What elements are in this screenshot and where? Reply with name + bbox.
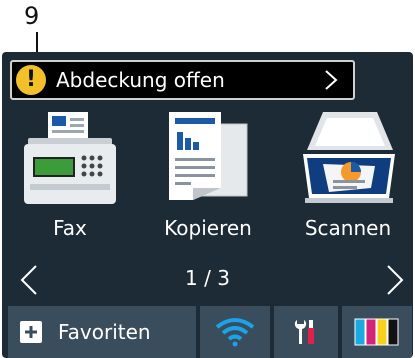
favorites-button[interactable]: Favoriten [8, 306, 196, 358]
app-copy[interactable]: Kopieren [148, 108, 268, 258]
ink-icon [354, 318, 399, 346]
printer-touchscreen: ! Abdeckung offen Fax Kopieren Scannen 1… [2, 52, 413, 358]
wifi-button[interactable] [200, 306, 270, 358]
settings-button[interactable] [274, 306, 338, 358]
callout-number: 9 [24, 2, 40, 30]
tools-icon [294, 320, 314, 344]
wifi-icon [215, 318, 255, 347]
fax-icon [24, 112, 116, 204]
app-fax-label: Fax [53, 216, 87, 240]
page-navigation: 1 / 3 [2, 260, 413, 300]
warning-icon: ! [16, 65, 46, 95]
ink-status-button[interactable] [342, 306, 412, 358]
copy-icon [169, 112, 248, 200]
app-grid: Fax Kopieren Scannen [2, 108, 413, 258]
chevron-right-icon [325, 70, 338, 90]
status-bar-message[interactable]: ! Abdeckung offen [10, 60, 355, 100]
bottom-toolbar: Favoriten [2, 306, 413, 358]
app-fax[interactable]: Fax [10, 108, 130, 258]
app-scan-label: Scannen [304, 216, 392, 240]
chevron-right-icon[interactable] [380, 264, 410, 296]
favorites-label: Favoriten [58, 320, 151, 344]
app-scan[interactable]: Scannen [288, 108, 408, 258]
page-indicator: 1 / 3 [185, 266, 230, 290]
app-copy-label: Kopieren [164, 216, 252, 240]
status-message-text: Abdeckung offen [56, 68, 225, 92]
scanner-icon [303, 112, 395, 203]
plus-icon [20, 321, 42, 343]
